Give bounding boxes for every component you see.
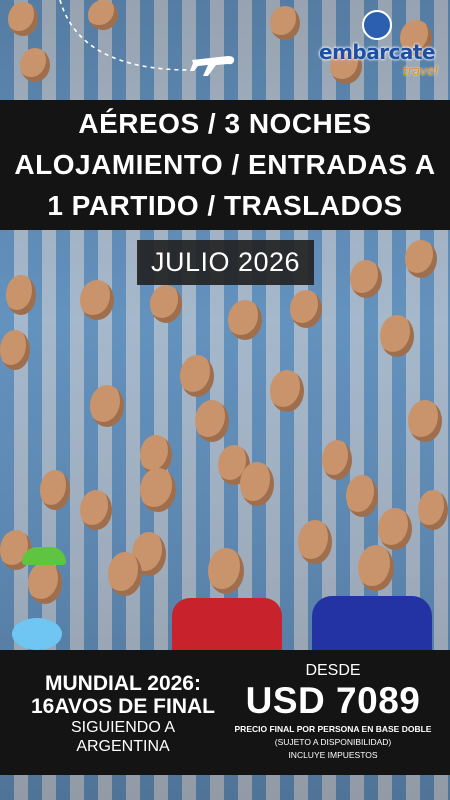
airplane-icon bbox=[190, 56, 235, 76]
event-subtitle-line-1: SIGUIENDO A bbox=[70, 719, 176, 736]
date-badge: JULIO 2026 bbox=[137, 240, 314, 285]
date-text: JULIO 2026 bbox=[150, 247, 301, 277]
from-label: DESDE bbox=[305, 662, 361, 679]
headline-line-2: ALOJAMIENTO / ENTRADAS A bbox=[14, 149, 436, 180]
logo-icon bbox=[362, 10, 392, 40]
price-note-taxes: INCLUYE IMPUESTOS bbox=[288, 750, 378, 760]
brand-tagline: travel bbox=[403, 64, 438, 78]
brand-name: embarcate bbox=[319, 40, 436, 64]
price: USD 7089 bbox=[245, 680, 421, 721]
brand-logo: embarcate travel bbox=[315, 2, 450, 92]
event-subtitle: SIGUIENDO A ARGENTINA bbox=[12, 718, 234, 756]
headline-line-1: AÉREOS / 3 NOCHES bbox=[78, 108, 372, 139]
price-note-availability: (SUJETO A DISPONIBILIDAD) bbox=[274, 737, 392, 747]
headline-line-3: 1 PARTIDO / TRASLADOS bbox=[47, 190, 403, 221]
price-note-final: PRECIO FINAL POR PERSONA EN BASE DOBLE bbox=[234, 724, 432, 734]
headline: AÉREOS / 3 NOCHES ALOJAMIENTO / ENTRADAS… bbox=[0, 103, 450, 226]
event-title-line-1: MUNDIAL 2026: bbox=[45, 672, 201, 695]
event-title: MUNDIAL 2026: 16AVOS DE FINAL bbox=[12, 672, 234, 718]
event-title-line-2: 16AVOS DE FINAL bbox=[31, 695, 215, 718]
event-subtitle-line-2: ARGENTINA bbox=[76, 738, 170, 755]
